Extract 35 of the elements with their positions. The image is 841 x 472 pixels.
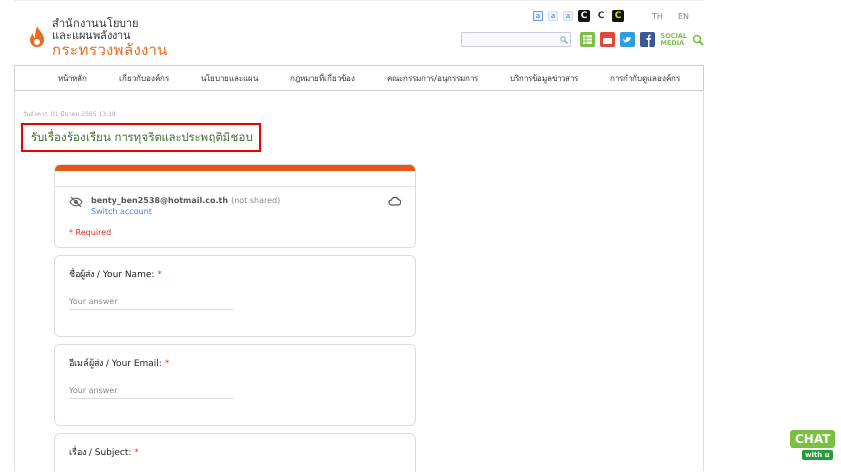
page-title: รับเรื่องร้องเรียน การทุจริตและประพฤติมิชอบ [21,123,261,152]
switch-account-link[interactable]: Switch account [91,207,380,216]
nav-link[interactable]: กฎหมายที่เกี่ยวข้อง [274,72,372,84]
search-icon [692,34,704,46]
required-mark: * [164,358,170,370]
facebook-icon[interactable] [640,32,656,47]
twitter-icon[interactable] [620,32,636,47]
nav-link[interactable]: คณะกรรมการ/อนุกรรมการ [371,72,494,84]
search-field[interactable] [461,32,572,47]
question-label: อีเมล์ผู้ส่ง / Your Email: [69,358,162,370]
cloud-icon [388,196,401,206]
contrast-button[interactable]: C [612,10,624,22]
question-label: ชื่อผู้ส่ง / Your Name: [69,269,154,281]
language-link[interactable]: TH [652,12,663,20]
language-link[interactable]: EN [678,12,689,20]
required-note: * Required [69,228,112,237]
nav-link[interactable]: นโยบายและแผน [185,72,274,84]
nav-link[interactable]: เกี่ยวกับองค์กร [103,72,186,84]
contrast-button[interactable]: C [578,10,590,22]
nav-link[interactable]: บริการข้อมูลข่าวสาร [494,72,594,84]
answer-field[interactable]: Your answer [69,295,234,310]
question-label: เรื่อง / Subject: [69,447,132,459]
nav-link[interactable]: การกำกับดูแลองค์กร [594,72,696,84]
agency-name: สำนักงานนโยบาย [52,18,139,30]
answer-field[interactable]: Your answer [69,384,234,399]
required-mark: * [134,447,139,459]
not-shared-note: (not shared) [231,196,280,205]
account-email: benty_ben2538@hotmail.co.th [91,196,228,205]
ministry-name: กระทรวงพลังงาน [52,42,168,58]
nav-link[interactable]: หน้าหลัก [42,72,104,84]
search-icon [560,36,568,44]
contrast-button[interactable]: C [595,10,608,22]
eye-off-icon [69,196,83,208]
required-mark: * [157,269,162,281]
agency-name: และแผนพลังงาน [52,30,132,42]
